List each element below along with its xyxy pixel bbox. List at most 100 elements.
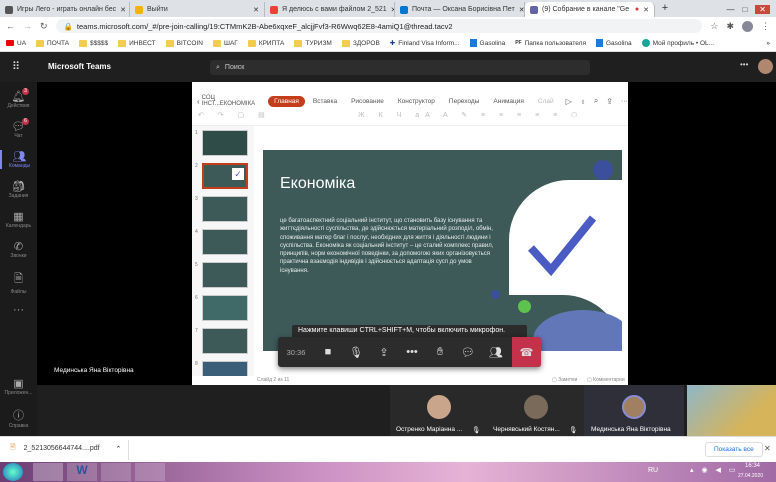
download-item[interactable]: 🗎 2_5213056644744....pdf ⌃ bbox=[10, 443, 121, 454]
mic-off-icon[interactable]: 🎙︎ bbox=[342, 337, 370, 367]
clock-date[interactable]: 27.04.2020 bbox=[738, 473, 763, 479]
tab-home[interactable]: Главная bbox=[268, 95, 305, 107]
notes-button[interactable]: ▢ Заметки bbox=[552, 377, 577, 383]
rail-item-calls[interactable]: ✆ Звонки bbox=[0, 240, 37, 259]
tab-design[interactable]: Конструктор bbox=[392, 96, 441, 107]
share-screen-icon[interactable]: ⇪ bbox=[370, 337, 398, 367]
rail-item-assignments[interactable]: 🎒︎ Задания bbox=[0, 180, 37, 199]
app-launcher-icon[interactable]: ⠿ bbox=[12, 60, 20, 73]
tab-draw[interactable]: Рисование bbox=[345, 96, 390, 107]
browser-tab[interactable]: Выйти ✕ bbox=[130, 2, 265, 17]
more-options-icon[interactable]: ••• bbox=[740, 60, 748, 69]
bookmark-folder[interactable]: $$$$$ bbox=[79, 39, 108, 47]
close-tab-icon[interactable]: ✕ bbox=[120, 6, 126, 14]
more-icon[interactable]: ··· bbox=[621, 98, 628, 105]
slide-thumbnail[interactable] bbox=[202, 130, 248, 156]
slide-thumbnail[interactable] bbox=[202, 328, 248, 354]
rail-item-activity[interactable]: 🔔︎ 3 Действия bbox=[0, 88, 37, 109]
bookmark-folder[interactable]: BITCOIN bbox=[165, 39, 203, 47]
chat-icon[interactable]: 💬︎ bbox=[454, 337, 482, 367]
more-apps-icon[interactable]: ··· bbox=[0, 304, 37, 316]
start-button[interactable] bbox=[3, 463, 23, 481]
search-icon[interactable]: ⌕ bbox=[594, 96, 598, 106]
slide-thumbnail[interactable] bbox=[202, 295, 248, 321]
profile-avatar[interactable] bbox=[742, 20, 753, 32]
slide-canvas[interactable]: Економіка це багатоаспектний соціальний … bbox=[263, 150, 622, 351]
slide-thumbnail[interactable] bbox=[202, 196, 248, 222]
close-tab-icon[interactable]: ✕ bbox=[643, 6, 649, 14]
url-input[interactable]: 🔒 teams.microsoft.com/_#/pre-join-calling… bbox=[55, 19, 703, 33]
menu-icon[interactable]: ⋮ bbox=[761, 21, 770, 32]
close-window-icon[interactable]: ✕ bbox=[755, 5, 770, 14]
paint-icon[interactable] bbox=[135, 463, 165, 481]
hang-up-button[interactable]: ☎ bbox=[512, 337, 541, 367]
bookmark[interactable]: ✚ Finland Visa Inform... bbox=[390, 39, 460, 48]
bookmark[interactable]: UA bbox=[6, 40, 26, 47]
bookmark-folder[interactable]: ЗДОРОВ bbox=[341, 39, 380, 47]
minimize-icon[interactable]: — bbox=[726, 5, 734, 14]
teams-icon: 👥︎ bbox=[12, 151, 27, 163]
bookmark-folder[interactable]: ШАГ bbox=[213, 39, 238, 47]
search-input[interactable]: ⌕ Поиск bbox=[210, 60, 590, 75]
slide-thumbnail[interactable] bbox=[202, 229, 248, 255]
new-tab-button[interactable]: + bbox=[655, 2, 675, 17]
raise-hand-icon[interactable]: ✋︎ bbox=[426, 337, 454, 367]
play-icon[interactable]: ▷ bbox=[566, 97, 572, 106]
more-actions-icon[interactable]: ••• bbox=[398, 337, 426, 367]
tab-transitions[interactable]: Переходы bbox=[443, 96, 486, 107]
bookmark[interactable]: Мой профиль • OL... bbox=[641, 39, 714, 47]
camera-icon[interactable]: ■ bbox=[314, 337, 342, 367]
more-bookmarks-icon[interactable]: » bbox=[766, 40, 770, 47]
participant-tile[interactable]: Остренко Маріанна ... 🎙︎ bbox=[390, 385, 487, 436]
close-icon[interactable]: ✕ bbox=[764, 444, 771, 453]
close-tab-icon[interactable]: ✕ bbox=[519, 6, 524, 14]
tab-slideshow[interactable]: Слай bbox=[532, 96, 560, 107]
browser-tab[interactable]: Почта — Оксана Борисівна Пет ✕ bbox=[395, 2, 525, 17]
lightbulb-icon[interactable]: ♁ bbox=[580, 97, 586, 106]
extensions-icon[interactable]: ✱ bbox=[726, 21, 734, 32]
participants-icon[interactable]: 👥︎ bbox=[482, 337, 510, 367]
rail-item-apps[interactable]: ▣ Приложен... bbox=[0, 377, 37, 396]
tab-animations[interactable]: Анимация bbox=[487, 96, 530, 107]
share-icon[interactable]: ⇪ bbox=[606, 97, 613, 106]
rail-item-calendar[interactable]: ▦ Календарь bbox=[0, 210, 37, 229]
chevron-up-icon[interactable]: ⌃ bbox=[116, 445, 122, 453]
folder-icon[interactable] bbox=[101, 463, 131, 481]
clock-time[interactable]: 16:34 bbox=[745, 463, 760, 469]
slide-thumbnail[interactable] bbox=[202, 262, 248, 288]
bookmark[interactable]: PF Папка пользователя bbox=[515, 40, 586, 47]
browser-tab[interactable]: Я делюсь с вами файлом 2_521✕ bbox=[265, 2, 395, 17]
language-indicator[interactable]: RU bbox=[648, 467, 658, 474]
rail-item-help[interactable]: ⓘ Справка bbox=[0, 407, 37, 429]
browser-tab-active[interactable]: (9) Собрание в канале "Ge ● ✕ bbox=[525, 2, 655, 17]
bookmark[interactable]: Gasolina bbox=[595, 39, 632, 47]
word-icon[interactable]: W bbox=[67, 463, 97, 481]
bookmark[interactable]: Gasolina bbox=[469, 39, 505, 47]
user-avatar[interactable] bbox=[758, 59, 773, 74]
bookmarks-bar: UA ПОЧТА $$$$$ ИНВЕСТ BITCOIN ШАГ КРИПТА… bbox=[0, 35, 776, 52]
reload-icon[interactable]: ↻ bbox=[40, 21, 48, 32]
maximize-icon[interactable]: □ bbox=[742, 5, 747, 14]
show-all-button[interactable]: Показать все bbox=[705, 442, 763, 457]
slide-thumbnail[interactable] bbox=[202, 361, 248, 376]
close-tab-icon[interactable]: ✕ bbox=[253, 6, 259, 14]
tray-icons[interactable]: ▴ ◉ ◀ ▭ bbox=[690, 466, 738, 474]
taskbar-explorer-icon[interactable] bbox=[33, 463, 63, 481]
rail-item-files[interactable]: 🗎 Файлы bbox=[0, 270, 37, 295]
rail-item-chat[interactable]: 💬︎ 6 Чат bbox=[0, 118, 37, 139]
comments-button[interactable]: ▢ Комментарии bbox=[587, 377, 625, 383]
participant-tile[interactable]: Мединська Яна Вікторівна bbox=[584, 385, 684, 436]
back-icon[interactable]: ← bbox=[6, 21, 15, 31]
tab-insert[interactable]: Вставка bbox=[307, 96, 343, 107]
rail-item-teams[interactable]: 👥︎ Команды bbox=[0, 150, 37, 169]
browser-tab[interactable]: Игры Лего - играть онлайн бес ✕ bbox=[0, 2, 130, 17]
participant-tile[interactable]: Чернявський Костян... 🎙︎ bbox=[487, 385, 584, 436]
back-icon[interactable]: ‹ bbox=[197, 97, 200, 106]
bookmark-folder[interactable]: КРИПТА bbox=[247, 39, 284, 47]
bookmark-folder[interactable]: ТУРИЗМ bbox=[294, 39, 332, 47]
star-icon[interactable]: ☆ bbox=[710, 21, 718, 32]
bookmark-folder[interactable]: ПОЧТА bbox=[36, 39, 69, 47]
forward-icon[interactable]: → bbox=[23, 21, 32, 31]
bookmark-folder[interactable]: ИНВЕСТ bbox=[118, 39, 156, 47]
slide-thumbnail-selected[interactable]: ✓ bbox=[202, 163, 248, 189]
